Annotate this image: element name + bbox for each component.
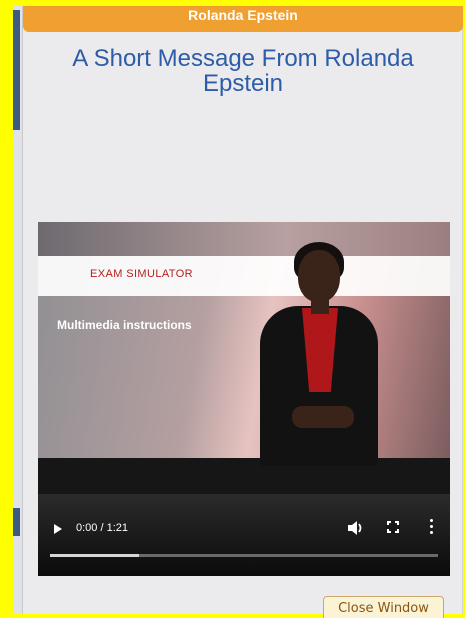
background-nav-tab [13, 508, 20, 536]
modal-title: A Short Message From Rolanda Epstein [72, 45, 414, 97]
modal-header: Rolanda Epstein [23, 6, 463, 32]
time-display: 0:00 / 1:21 [76, 522, 128, 534]
play-icon[interactable] [54, 524, 62, 534]
fullscreen-icon[interactable] [386, 520, 400, 534]
presenter-figure [242, 240, 402, 466]
volume-icon[interactable] [347, 520, 365, 536]
close-window-button[interactable]: Close Window [323, 596, 444, 618]
highlight-frame [0, 0, 13, 618]
background-nav-tab [13, 10, 20, 130]
progress-buffered [50, 554, 139, 557]
video-controls: 0:00 / 1:21 [38, 494, 450, 576]
message-modal: Rolanda Epstein A Short Message From Rol… [22, 6, 463, 618]
multimedia-instructions-label: Multimedia instructions [57, 318, 192, 332]
more-options-icon[interactable] [430, 519, 434, 535]
video-player[interactable]: EXAM SIMULATOR Multimedia instructions 0… [38, 222, 450, 576]
exam-simulator-label: EXAM SIMULATOR [90, 268, 193, 280]
